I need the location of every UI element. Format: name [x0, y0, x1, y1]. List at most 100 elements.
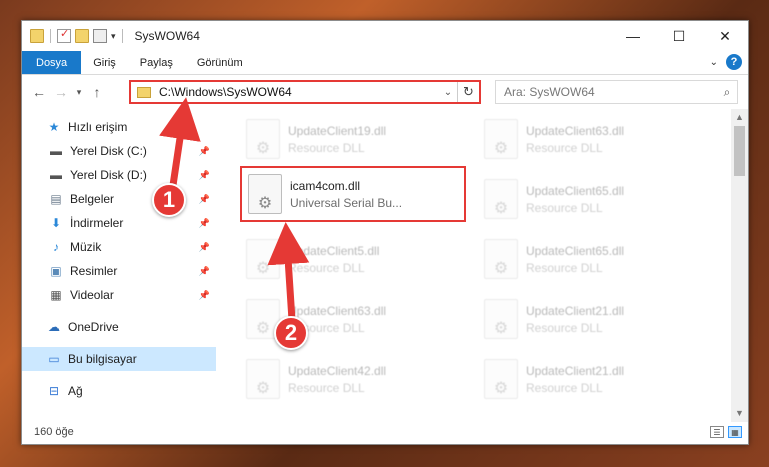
- title-bar: ▾ SysWOW64 — ☐ ✕: [22, 21, 748, 51]
- file-name: UpdateClient42.dll: [288, 363, 387, 378]
- file-type: Resource DLL: [288, 380, 365, 395]
- scroll-up-arrow-icon[interactable]: ▲: [731, 109, 748, 126]
- sidebar-item-i-ndirmeler[interactable]: ⬇ İndirmeler 📌: [22, 211, 216, 235]
- sidebar-item-resimler[interactable]: ▣ Resimler 📌: [22, 259, 216, 283]
- sidebar-item-h-zl-eri-im[interactable]: ★ Hızlı erişim: [22, 115, 216, 139]
- star-icon: ★: [48, 120, 60, 134]
- sidebar-item-yerel-disk-d-[interactable]: ▬ Yerel Disk (D:) 📌: [22, 163, 216, 187]
- file-tile[interactable]: ⚙ UpdateClient42.dll Resource DLL: [240, 351, 466, 407]
- pin-icon[interactable]: 📌: [199, 170, 210, 181]
- separator: [50, 29, 51, 43]
- file-tile-selected[interactable]: ⚙ icam4com.dll Universal Serial Bu...: [240, 166, 466, 222]
- pin-icon[interactable]: 📌: [199, 266, 210, 277]
- network-icon: ⊟: [48, 384, 60, 398]
- window-title: SysWOW64: [134, 29, 200, 43]
- dll-file-icon: ⚙: [246, 359, 280, 399]
- file-tile[interactable]: ⚙ UpdateClient63.dll Resource DLL: [240, 291, 466, 347]
- pin-icon[interactable]: 📌: [199, 218, 210, 229]
- address-dropdown-chevron-icon[interactable]: ⌄: [439, 87, 457, 98]
- recent-locations-chevron-icon[interactable]: ▾: [72, 87, 86, 98]
- tiles-view-icon[interactable]: ▦: [728, 426, 742, 438]
- dll-file-icon: ⚙: [484, 299, 518, 339]
- file-tile[interactable]: ⚙ UpdateClient21.dll Resource DLL: [478, 291, 704, 347]
- sidebar-item-videolar[interactable]: ▦ Videolar 📌: [22, 283, 216, 307]
- pin-icon[interactable]: 📌: [199, 242, 210, 253]
- sidebar-item-m-zik[interactable]: ♪ Müzik 📌: [22, 235, 216, 259]
- sidebar-item-label: Yerel Disk (D:): [70, 168, 147, 182]
- item-count: 160 öğe: [34, 426, 74, 438]
- sidebar-item-label: Belgeler: [70, 192, 115, 206]
- tab-share[interactable]: Paylaş: [128, 51, 185, 74]
- cloud-icon: ☁: [48, 320, 60, 334]
- scroll-thumb[interactable]: [734, 126, 745, 176]
- pin-icon[interactable]: 📌: [199, 194, 210, 205]
- sidebar-item-label: OneDrive: [68, 320, 119, 334]
- tab-view[interactable]: Görünüm: [185, 51, 255, 74]
- step-badge-2: 2: [274, 316, 308, 350]
- forward-arrow-icon[interactable]: →: [50, 84, 72, 100]
- pin-icon[interactable]: 📌: [199, 146, 210, 157]
- address-path[interactable]: C:\Windows\SysWOW64: [159, 85, 439, 99]
- sidebar-item-a-[interactable]: ⊟ Ağ: [22, 379, 216, 403]
- new-folder-icon[interactable]: [75, 29, 89, 43]
- sidebar-item-belgeler[interactable]: ▤ Belgeler 📌: [22, 187, 216, 211]
- search-box[interactable]: Ara: SysWOW64 ⌕: [495, 80, 738, 104]
- navigation-bar: ← → ▾ ↑ C:\Windows\SysWOW64 ⌄ ↻ Ara: Sys…: [22, 75, 748, 109]
- search-icon[interactable]: ⌕: [717, 85, 737, 100]
- file-type: Resource DLL: [526, 200, 603, 215]
- file-tile[interactable]: ⚙ UpdateClient5.dll Resource DLL: [240, 231, 466, 287]
- expand-ribbon-chevron-icon[interactable]: ⌄: [710, 57, 718, 68]
- file-tile[interactable]: ⚙ UpdateClient21.dll Resource DLL: [478, 351, 704, 407]
- music-icon: ♪: [53, 240, 59, 254]
- customize-toolbar-chevron-icon[interactable]: ▾: [111, 31, 116, 42]
- help-icon[interactable]: ?: [726, 54, 742, 70]
- search-input[interactable]: Ara: SysWOW64: [504, 85, 717, 99]
- videos-icon: ▦: [50, 288, 62, 302]
- panes: ★ Hızlı erişim ▬ Yerel Disk (C:) 📌 ▬ Yerel Dis…: [22, 109, 748, 422]
- file-type: Resource DLL: [526, 380, 603, 395]
- separator: [121, 29, 123, 43]
- folder-icon: [137, 86, 151, 98]
- sidebar-item-label: Ağ: [68, 384, 83, 398]
- navigation-pane: ★ Hızlı erişim ▬ Yerel Disk (C:) 📌 ▬ Yerel Dis…: [22, 109, 216, 422]
- sidebar-item-bu-bilgisayar[interactable]: ▭ Bu bilgisayar: [22, 347, 216, 371]
- sidebar-item-label: İndirmeler: [70, 216, 124, 230]
- sidebar-item-yerel-disk-c-[interactable]: ▬ Yerel Disk (C:) 📌: [22, 139, 216, 163]
- file-tile[interactable]: ⚙ UpdateClient65.dll Resource DLL: [478, 231, 704, 287]
- close-button[interactable]: ✕: [702, 21, 748, 51]
- file-type: Resource DLL: [288, 140, 365, 155]
- tab-home[interactable]: Giriş: [81, 51, 128, 74]
- sidebar-item-label: Bu bilgisayar: [68, 352, 137, 366]
- drive-icon: ▬: [50, 168, 62, 182]
- pictures-icon: ▣: [50, 264, 62, 278]
- file-name: UpdateClient63.dll: [288, 303, 387, 318]
- dll-file-icon: ⚙: [246, 239, 280, 279]
- file-tile[interactable]: ⚙ UpdateClient63.dll Resource DLL: [478, 111, 704, 167]
- back-arrow-icon[interactable]: ←: [28, 84, 50, 100]
- rename-icon[interactable]: [93, 29, 107, 43]
- tab-file[interactable]: Dosya: [22, 51, 82, 74]
- minimize-button[interactable]: —: [610, 21, 656, 51]
- file-name: UpdateClient21.dll: [526, 303, 625, 318]
- sidebar-item-label: Yerel Disk (C:): [70, 144, 147, 158]
- dll-file-icon: ⚙: [484, 179, 518, 219]
- up-arrow-icon[interactable]: ↑: [86, 84, 108, 100]
- details-view-icon[interactable]: ☰: [710, 426, 724, 438]
- sidebar-item-label: Resimler: [70, 264, 118, 278]
- maximize-button[interactable]: ☐: [656, 21, 702, 51]
- ribbon-tabs: Dosya Giriş Paylaş Görünüm ⌄ ?: [22, 51, 748, 75]
- file-tile[interactable]: ⚙ UpdateClient65.dll Resource DLL: [478, 171, 704, 227]
- sidebar-item-onedrive[interactable]: ☁ OneDrive: [22, 315, 216, 339]
- sidebar-item-label: Hızlı erişim: [68, 120, 128, 134]
- vertical-scrollbar[interactable]: ▲ ▼: [731, 109, 748, 422]
- address-bar[interactable]: C:\Windows\SysWOW64 ⌄ ↻: [129, 80, 481, 104]
- file-tile[interactable]: ⚙ UpdateClient19.dll Resource DLL: [240, 111, 466, 167]
- file-type: Resource DLL: [526, 320, 603, 335]
- file-type: Resource DLL: [526, 140, 603, 155]
- file-name: UpdateClient65.dll: [526, 243, 625, 258]
- dll-file-icon: ⚙: [484, 359, 518, 399]
- properties-check-icon[interactable]: [57, 27, 71, 43]
- file-name: UpdateClient63.dll: [526, 123, 625, 138]
- refresh-icon[interactable]: ↻: [457, 82, 479, 102]
- pin-icon[interactable]: 📌: [199, 290, 210, 301]
